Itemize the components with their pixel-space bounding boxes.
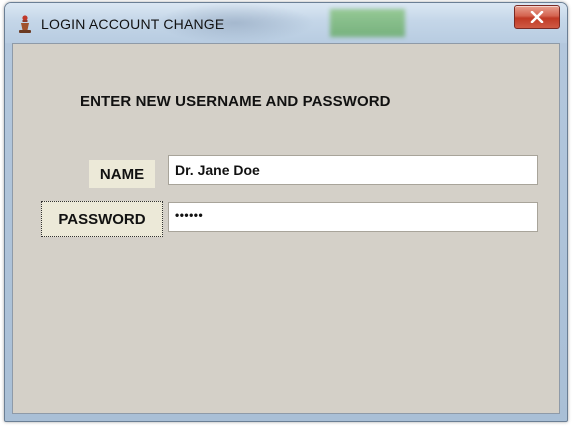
password-label[interactable]: PASSWORD (41, 201, 163, 237)
name-label: NAME (89, 160, 155, 188)
dialog-client-area: ENTER NEW USERNAME AND PASSWORD NAME Dr.… (12, 43, 560, 414)
password-input[interactable]: •••••• (168, 202, 538, 232)
form-heading: ENTER NEW USERNAME AND PASSWORD (80, 93, 391, 110)
titlebar-glass-green (330, 9, 405, 37)
name-input[interactable]: Dr. Jane Doe (168, 155, 538, 185)
title-bar[interactable]: LOGIN ACCOUNT CHANGE (5, 3, 567, 43)
window-title: LOGIN ACCOUNT CHANGE (41, 16, 225, 32)
dialog-window: LOGIN ACCOUNT CHANGE ENTER NEW USERNAME … (4, 2, 568, 422)
close-button[interactable] (514, 5, 560, 29)
close-icon (530, 11, 544, 23)
chess-piece-icon (19, 15, 31, 33)
